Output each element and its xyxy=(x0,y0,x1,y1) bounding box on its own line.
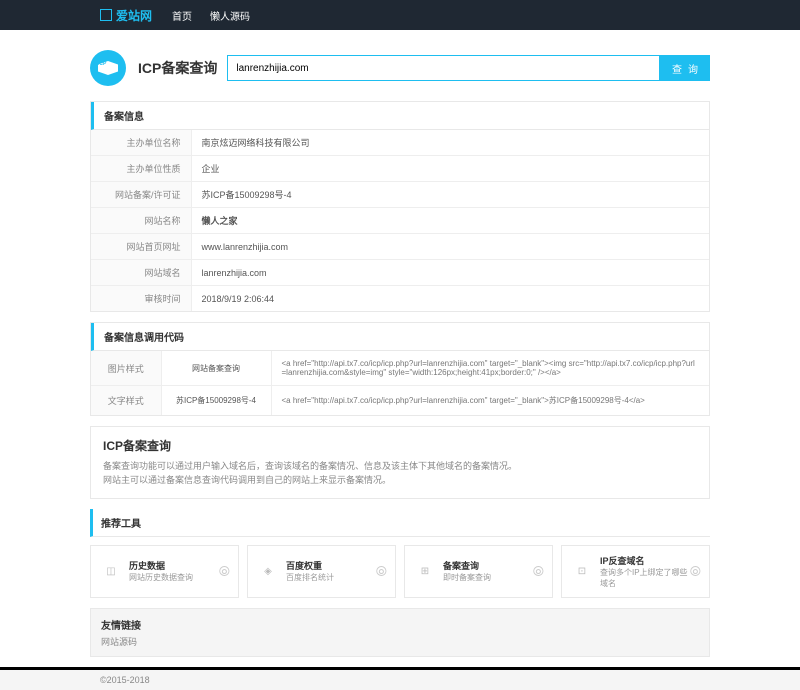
icp-description-box: ICP备案查询 备案查询功能可以通过用户输入域名后，查询该域名的备案情况、信息及… xyxy=(90,426,710,499)
code-panel: 备案信息调用代码 图片样式网站备案查询<a href="http://api.t… xyxy=(90,322,710,416)
links-content[interactable]: 网站源码 xyxy=(101,635,699,648)
table-row: 网站域名lanrenzhijia.com xyxy=(91,260,709,286)
code-code: <a href="http://api.tx7.co/icp/icp.php?u… xyxy=(271,386,709,416)
code-code: <a href="http://api.tx7.co/icp/icp.php?u… xyxy=(271,351,709,386)
icp-badge-icon: ICP xyxy=(90,50,126,86)
row-value: 2018/9/19 2:06:44 xyxy=(191,286,709,312)
table-row: 主办单位性质企业 xyxy=(91,156,709,182)
row-value: 企业 xyxy=(191,156,709,182)
tool-desc: 网站历史数据查询 xyxy=(129,572,219,583)
row-value: 苏ICP备15009298号-4 xyxy=(191,182,709,208)
icp-desc-1: 备案查询功能可以通过用户输入域名后，查询该域名的备案情况、信息及该主体下其他域名… xyxy=(103,459,697,473)
copyright: ©2015-2018 xyxy=(0,670,800,690)
code-table: 图片样式网站备案查询<a href="http://api.tx7.co/icp… xyxy=(91,351,709,415)
nav-source[interactable]: 懒人源码 xyxy=(210,8,250,23)
logo[interactable]: 爱站网 xyxy=(100,7,152,24)
arrow-icon: ⦾ xyxy=(690,563,701,580)
row-label: 网站备案/许可证 xyxy=(91,182,191,208)
tool-desc: 百度排名统计 xyxy=(286,572,376,583)
table-row: 主办单位名称南京炫迈网络科技有限公司 xyxy=(91,130,709,156)
record-info-panel: 备案信息 主办单位名称南京炫迈网络科技有限公司主办单位性质企业网站备案/许可证苏… xyxy=(90,101,710,312)
arrow-icon: ⦾ xyxy=(376,563,387,580)
icp-desc-2: 网站主可以通过备案信息查询代码调用到自己的网站上来显示备案情况。 xyxy=(103,473,697,487)
tools-grid: ◫历史数据网站历史数据查询⦾◈百度权重百度排名统计⦾⊞备案查询即时备案查询⦾⊡I… xyxy=(90,545,710,598)
tool-name: 百度权重 xyxy=(286,559,376,572)
row-value: www.lanrenzhijia.com xyxy=(191,234,709,260)
header: 爱站网 首页 懒人源码 xyxy=(0,0,800,30)
tool-item[interactable]: ⊞ 备案查询即时备案查询⦾ xyxy=(404,545,553,598)
search-title: ICP备案查询 xyxy=(138,58,217,78)
tool-icon: ◈ xyxy=(256,559,280,583)
nav-home[interactable]: 首页 xyxy=(172,8,192,23)
tool-desc: 即时备案查询 xyxy=(443,572,533,583)
tool-item[interactable]: ◫ 历史数据网站历史数据查询⦾ xyxy=(90,545,239,598)
row-label: 网站域名 xyxy=(91,260,191,286)
table-row: 网站备案/许可证苏ICP备15009298号-4 xyxy=(91,182,709,208)
tool-item[interactable]: ◈ 百度权重百度排名统计⦾ xyxy=(247,545,396,598)
tool-icon: ◫ xyxy=(99,559,123,583)
row-value: 南京炫迈网络科技有限公司 xyxy=(191,130,709,156)
search-section: ICP ICP备案查询 查询 xyxy=(90,50,710,86)
arrow-icon: ⦾ xyxy=(533,563,544,580)
tool-item[interactable]: ⊡ IP反查域名查询多个IP上绑定了哪些域名⦾ xyxy=(561,545,710,598)
domain-search-input[interactable] xyxy=(227,55,660,81)
tools-section: 推荐工具 ◫历史数据网站历史数据查询⦾◈百度权重百度排名统计⦾⊞备案查询即时备案… xyxy=(90,509,710,598)
arrow-icon: ⦾ xyxy=(219,563,230,580)
tool-name: 历史数据 xyxy=(129,559,219,572)
tools-header: 推荐工具 xyxy=(90,509,710,537)
row-label: 网站首页网址 xyxy=(91,234,191,260)
row-value: lanrenzhijia.com xyxy=(191,260,709,286)
table-row: 图片样式网站备案查询<a href="http://api.tx7.co/icp… xyxy=(91,351,709,386)
code-label: 文字样式 xyxy=(91,386,161,416)
code-label: 图片样式 xyxy=(91,351,161,386)
logo-text: 爱站网 xyxy=(116,7,152,24)
nav: 首页 懒人源码 xyxy=(172,8,268,23)
row-value: 懒人之家 xyxy=(191,208,709,234)
row-label: 主办单位性质 xyxy=(91,156,191,182)
panel-header: 备案信息 xyxy=(91,102,709,130)
search-button[interactable]: 查询 xyxy=(660,55,710,81)
code-preview: 苏ICP备15009298号-4 xyxy=(161,386,271,416)
table-row: 网站名称懒人之家 xyxy=(91,208,709,234)
table-row: 文字样式苏ICP备15009298号-4<a href="http://api.… xyxy=(91,386,709,416)
tool-icon: ⊞ xyxy=(413,559,437,583)
code-preview: 网站备案查询 xyxy=(161,351,271,386)
row-label: 网站名称 xyxy=(91,208,191,234)
row-label: 主办单位名称 xyxy=(91,130,191,156)
tool-desc: 查询多个IP上绑定了哪些域名 xyxy=(600,567,690,589)
table-row: 网站首页网址www.lanrenzhijia.com xyxy=(91,234,709,260)
tool-icon: ⊡ xyxy=(570,559,594,583)
table-row: 审核时间2018/9/19 2:06:44 xyxy=(91,286,709,312)
tool-name: 备案查询 xyxy=(443,559,533,572)
links-title: 友情链接 xyxy=(101,617,699,632)
tool-name: IP反查域名 xyxy=(600,554,690,567)
logo-icon xyxy=(100,9,112,21)
record-info-table: 主办单位名称南京炫迈网络科技有限公司主办单位性质企业网站备案/许可证苏ICP备1… xyxy=(91,130,709,311)
icp-title: ICP备案查询 xyxy=(103,437,697,454)
links-section: 友情链接 网站源码 xyxy=(90,608,710,657)
panel-header: 备案信息调用代码 xyxy=(91,323,709,351)
row-label: 审核时间 xyxy=(91,286,191,312)
